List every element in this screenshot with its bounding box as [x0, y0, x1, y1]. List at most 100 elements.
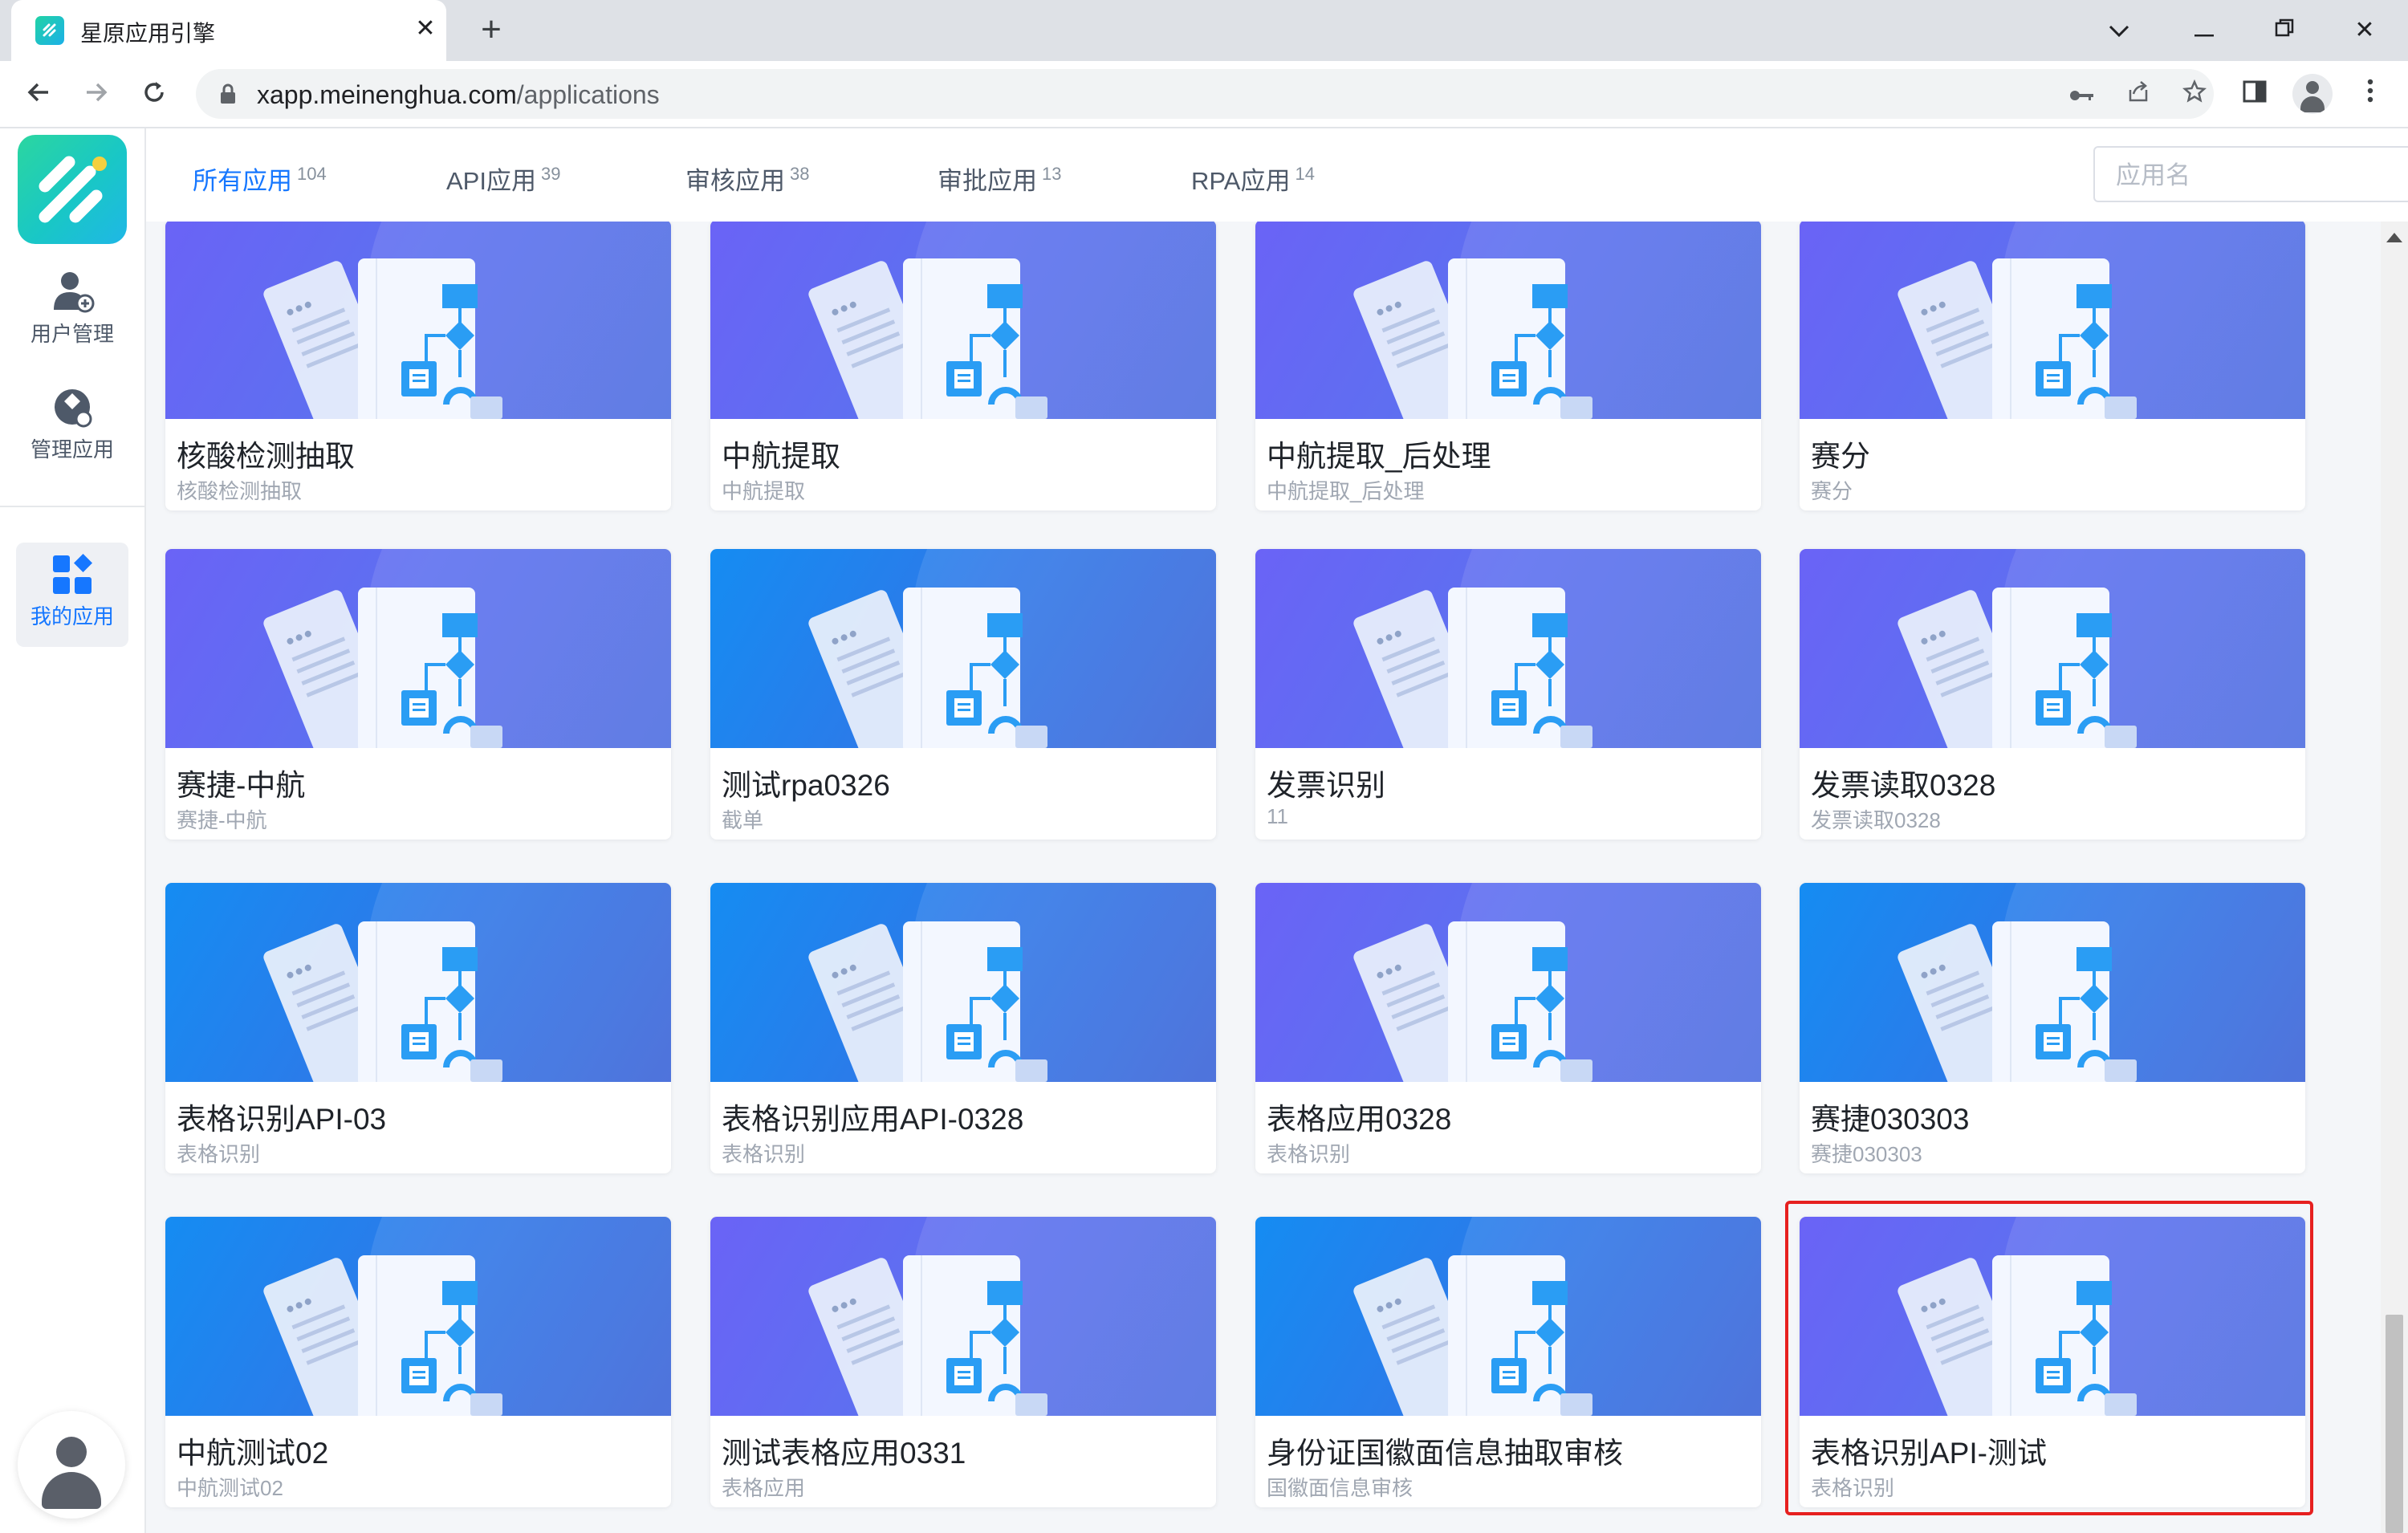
- app-thumbnail: [1800, 222, 2305, 419]
- app-card[interactable]: 测试表格应用0331 表格应用: [710, 1217, 1216, 1507]
- app-card[interactable]: 表格识别API-测试 表格识别: [1800, 1217, 2305, 1507]
- browser-tab[interactable]: 星原应用引擎 ✕: [11, 0, 446, 61]
- tab-api-apps[interactable]: API应用 39: [446, 161, 560, 201]
- app-description: 赛捷-中航: [177, 808, 267, 832]
- tab-search-chevron-icon[interactable]: [2095, 10, 2143, 51]
- sidebar-item-label: 我的应用: [30, 604, 114, 628]
- favicon-icon: [35, 16, 64, 45]
- app-description: 表格识别: [722, 1142, 806, 1166]
- tab-label: 所有应用: [193, 167, 292, 195]
- app-card[interactable]: 身份证国徽面信息抽取审核 国徽面信息审核: [1255, 1217, 1761, 1507]
- tab-label: 审核应用: [685, 167, 785, 195]
- app-card[interactable]: 测试rpa0326 截单: [710, 549, 1216, 840]
- app-card[interactable]: 发票读取0328 发票读取0328: [1800, 549, 2305, 840]
- flowchart-document-icon: [808, 921, 1047, 1082]
- app-title: 发票识别: [1267, 769, 1385, 802]
- address-bar[interactable]: xapp.meinenghua.com/applications: [196, 69, 2214, 119]
- flowchart-document-icon: [263, 921, 502, 1082]
- app-title: 测试rpa0326: [722, 769, 890, 802]
- app-thumbnail: [1255, 1217, 1761, 1416]
- tab-approval-apps[interactable]: 审批应用 13: [938, 161, 1061, 201]
- sidebar-item-user-management[interactable]: 用户管理: [0, 270, 144, 348]
- app-thumbnail: [1800, 1217, 2305, 1416]
- app-card[interactable]: 中航提取 中航提取: [710, 222, 1216, 510]
- close-tab-icon[interactable]: ✕: [408, 11, 443, 47]
- flowchart-document-icon: [1898, 588, 2137, 748]
- bookmark-star-icon[interactable]: [2178, 79, 2211, 111]
- tab-title: 星原应用引擎: [80, 21, 216, 46]
- tab-label: 审批应用: [938, 167, 1037, 195]
- flowchart-document-icon: [808, 588, 1047, 748]
- flowchart-document-icon: [1898, 1255, 2137, 1416]
- app-card[interactable]: 赛捷030303 赛捷030303: [1800, 883, 2305, 1173]
- app-card[interactable]: 发票识别 11: [1255, 549, 1761, 840]
- key-icon[interactable]: [2066, 79, 2098, 111]
- tab-count: 13: [1042, 164, 1062, 184]
- app-description: 表格识别: [1811, 1476, 1895, 1500]
- app-card[interactable]: 核酸检测抽取 核酸检测抽取: [165, 222, 671, 510]
- new-tab-button[interactable]: +: [470, 10, 512, 51]
- app-title: 表格应用0328: [1267, 1103, 1452, 1136]
- reload-button[interactable]: [132, 72, 177, 117]
- scrollbar[interactable]: [2381, 222, 2408, 1533]
- app-description: 中航提取_后处理: [1267, 479, 1425, 503]
- app-card[interactable]: 赛捷-中航 赛捷-中航: [165, 549, 671, 840]
- flowchart-document-icon: [1353, 588, 1592, 748]
- app-description: 11: [1267, 804, 1288, 828]
- sidebar-item-my-apps[interactable]: 我的应用: [0, 552, 144, 630]
- close-window-button[interactable]: ✕: [2341, 10, 2389, 51]
- app-thumbnail: [165, 1217, 671, 1416]
- url-domain: xapp.meinenghua.com: [257, 80, 517, 109]
- app-thumbnail: [710, 883, 1216, 1082]
- app-thumbnail: [1255, 222, 1761, 419]
- url-path: /applications: [516, 80, 660, 109]
- app-card[interactable]: 表格识别应用API-0328 表格识别: [710, 883, 1216, 1173]
- minimize-button[interactable]: [2180, 10, 2228, 51]
- app-title: 赛捷-中航: [177, 769, 306, 802]
- app-thumbnail: [1255, 883, 1761, 1082]
- tab-all-apps[interactable]: 所有应用 104: [193, 161, 327, 201]
- share-icon[interactable]: [2122, 79, 2154, 111]
- user-avatar-icon[interactable]: [18, 1411, 125, 1519]
- app-card[interactable]: 中航测试02 中航测试02: [165, 1217, 671, 1507]
- app-card[interactable]: 表格识别API-03 表格识别: [165, 883, 671, 1173]
- app-card[interactable]: 赛分 赛分: [1800, 222, 2305, 510]
- flowchart-document-icon: [1353, 258, 1592, 419]
- scroll-thumb[interactable]: [2386, 1315, 2403, 1533]
- app-description: 核酸检测抽取: [177, 479, 303, 503]
- tab-review-apps[interactable]: 审核应用 38: [685, 161, 809, 201]
- tab-count: 104: [297, 164, 327, 184]
- app-card[interactable]: 表格应用0328 表格识别: [1255, 883, 1761, 1173]
- app-grid: 核酸检测抽取 核酸检测抽取 中航提取 中航提取 中航提取_后处理 中航提取_后处…: [146, 222, 2381, 1533]
- sidebar-item-manage-apps[interactable]: 管理应用: [0, 385, 144, 463]
- app-card[interactable]: 中航提取_后处理 中航提取_后处理: [1255, 222, 1761, 510]
- app-description: 表格识别: [1267, 1142, 1351, 1166]
- back-button[interactable]: [16, 72, 61, 117]
- app-thumbnail: [165, 883, 671, 1082]
- app-title: 核酸检测抽取: [177, 440, 355, 473]
- app-description: 截单: [722, 808, 764, 832]
- tab-count: 39: [540, 164, 561, 184]
- profile-avatar-icon[interactable]: [2292, 74, 2333, 114]
- flowchart-document-icon: [1898, 258, 2137, 419]
- tab-rpa-apps[interactable]: RPA应用 14: [1191, 161, 1315, 201]
- app-logo-icon[interactable]: [18, 135, 127, 244]
- scroll-up-arrow-icon[interactable]: [2386, 233, 2402, 242]
- app-title: 表格识别API-测试: [1811, 1437, 2047, 1470]
- sidebar-divider: [0, 506, 144, 507]
- tab-label: API应用: [446, 167, 536, 195]
- sidebar-item-label: 用户管理: [30, 322, 114, 346]
- app-title: 中航测试02: [177, 1437, 329, 1470]
- app-thumbnail: [1800, 549, 2305, 748]
- user-manage-icon: [48, 270, 96, 315]
- side-panel-icon[interactable]: [2235, 74, 2275, 114]
- menu-kebab-icon[interactable]: [2350, 74, 2390, 114]
- app-title: 表格识别API-03: [177, 1103, 387, 1136]
- app-description: 发票读取0328: [1811, 808, 1941, 832]
- sidebar: 用户管理 管理应用 我的应用: [0, 128, 146, 1533]
- forward-button[interactable]: [74, 72, 119, 117]
- search-input[interactable]: [2114, 157, 2408, 194]
- tab-label: RPA应用: [1191, 167, 1291, 195]
- restore-button[interactable]: [2260, 10, 2308, 51]
- flowchart-document-icon: [263, 1255, 502, 1416]
